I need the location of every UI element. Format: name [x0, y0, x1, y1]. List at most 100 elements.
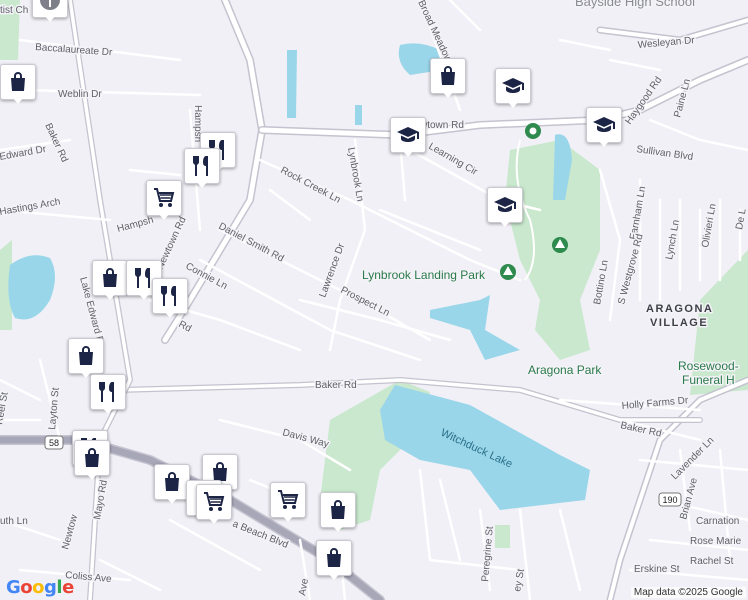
poi-marker-restaurant[interactable]: [184, 148, 220, 188]
marker-pointer: [196, 181, 208, 188]
poi-marker-shopping-bag[interactable]: [0, 64, 36, 104]
marker-box: [90, 374, 126, 410]
rosewood-label-2: Funeral H: [682, 373, 735, 387]
poi-marker-shopping-bag[interactable]: [74, 440, 110, 480]
marker-box: [154, 464, 190, 500]
poi-marker-shopping-bag[interactable]: [320, 492, 356, 532]
school-icon: [396, 123, 420, 147]
marker-box: [430, 58, 466, 94]
logo-letter: o: [32, 577, 45, 598]
park-tree-icon: [500, 264, 516, 280]
route-58-shield: 58: [44, 435, 64, 450]
poi-marker-shopping-bag[interactable]: [154, 464, 190, 504]
marker-pointer: [402, 150, 414, 157]
park-tree-icon: [552, 237, 568, 253]
poi-marker-shopping-bag[interactable]: [68, 338, 104, 378]
rosewood-label-1: Rosewood-: [678, 359, 739, 373]
aragona-village-label-2: VILLAGE: [650, 317, 708, 329]
aragona-village-label-1: ARAGONA: [646, 303, 713, 315]
poi-marker-restaurant[interactable]: [90, 374, 126, 414]
marker-pointer: [328, 573, 340, 580]
marker-pointer: [158, 213, 170, 220]
edward-dr-label: Edward Dr: [0, 144, 48, 163]
newtown-rd-sw-label: Newtow: [60, 513, 80, 551]
poi-marker-shopping-bag[interactable]: [92, 260, 128, 300]
shopping-bag-icon: [322, 546, 346, 570]
google-logo: Google: [6, 577, 74, 598]
shopping-bag-icon: [6, 70, 30, 94]
location-pin-icon: [525, 123, 541, 139]
rock-creek-ln-label: Rock Creek Ln: [279, 165, 343, 206]
school-icon: [592, 113, 616, 137]
marker-box: [586, 107, 622, 143]
poi-marker-school[interactable]: [586, 107, 622, 147]
marker-pointer: [442, 91, 454, 98]
marker-pointer: [86, 473, 98, 480]
marker-pointer: [598, 140, 610, 147]
poi-marker-shopping-bag[interactable]: [430, 58, 466, 98]
poi-marker-restaurant[interactable]: [152, 278, 188, 318]
marker-box: [390, 117, 426, 153]
lynbrook-landing-park-label: Lynbrook Landing Park: [362, 268, 486, 282]
marker-pointer: [332, 525, 344, 532]
logo-letter: o: [20, 577, 33, 598]
marker-pointer: [104, 293, 116, 300]
rachel-st-label: Rachel St: [690, 556, 734, 567]
marker-box: [196, 484, 232, 520]
restaurant-icon: [158, 284, 182, 308]
shopping-cart-icon: [276, 488, 300, 512]
restaurant-icon: [96, 380, 120, 404]
lynbrook-ln-label: Lynbrook Ln: [345, 147, 365, 203]
marker-box: [0, 64, 36, 100]
marker-pointer: [164, 311, 176, 318]
marker-box: [316, 540, 352, 576]
marker-box: [74, 440, 110, 476]
poi-marker-school[interactable]: [390, 117, 426, 157]
layton-st-label: Layton St: [47, 387, 62, 430]
marker-box: [495, 68, 531, 104]
poi-marker-church[interactable]: [32, 0, 68, 22]
olivieri-ln-label: Olivieri Ln: [700, 203, 719, 249]
erskine-st-label: Erskine St: [634, 564, 680, 575]
shopping-bag-icon: [160, 470, 184, 494]
shopping-bag-icon: [98, 266, 122, 290]
marker-box: [320, 492, 356, 528]
school-icon: [501, 74, 525, 98]
paine-ln-label: Paine Ln: [672, 78, 693, 119]
logo-letter: G: [6, 577, 21, 598]
marker-pointer: [12, 97, 24, 104]
davis-way-label: Davis Way: [281, 427, 330, 450]
shopping-bag-icon: [436, 64, 460, 88]
marker-box: [152, 278, 188, 314]
aragona-park-label: Aragona Park: [528, 363, 602, 377]
school-icon: [493, 193, 517, 217]
poi-marker-shopping-bag[interactable]: [316, 540, 352, 580]
uth-ln-label: uth Ln: [0, 516, 28, 527]
map-attribution: Map data ©2025 Google: [630, 587, 746, 598]
lavender-ln-label: Lavender Ln: [669, 435, 716, 482]
shopping-bag-icon: [80, 446, 104, 470]
farnham-ln-label: Farnham Ln: [628, 186, 648, 241]
de-l-label: De L: [734, 207, 748, 230]
route-190-shield: 190: [658, 492, 682, 507]
poi-marker-shopping-cart[interactable]: [196, 484, 232, 524]
poi-marker-school[interactable]: [495, 68, 531, 108]
shopping-bag-icon: [74, 344, 98, 368]
marker-pointer: [499, 220, 511, 227]
map-canvas[interactable]: 58 190 tist Ch Baccalaureate Dr Weblin D…: [0, 0, 748, 600]
marker-pointer: [44, 15, 56, 22]
weblin-dr-label: Weblin Dr: [58, 89, 102, 100]
rose-marie-label: Rose Marie: [690, 536, 742, 547]
logo-letter: g: [44, 577, 57, 598]
poi-marker-school[interactable]: [487, 187, 523, 227]
marker-box: [68, 338, 104, 374]
prospect-ln-label: Prospect Ln: [339, 285, 392, 319]
marker-pointer: [138, 293, 150, 300]
shopping-cart-icon: [152, 186, 176, 210]
poi-marker-shopping-cart[interactable]: [146, 180, 182, 220]
shopping-cart-icon: [202, 490, 226, 514]
poi-marker-shopping-cart[interactable]: [270, 482, 306, 522]
ey-st-label: ey St: [512, 568, 527, 593]
logo-letter: e: [62, 577, 74, 598]
marker-pointer: [166, 497, 178, 504]
